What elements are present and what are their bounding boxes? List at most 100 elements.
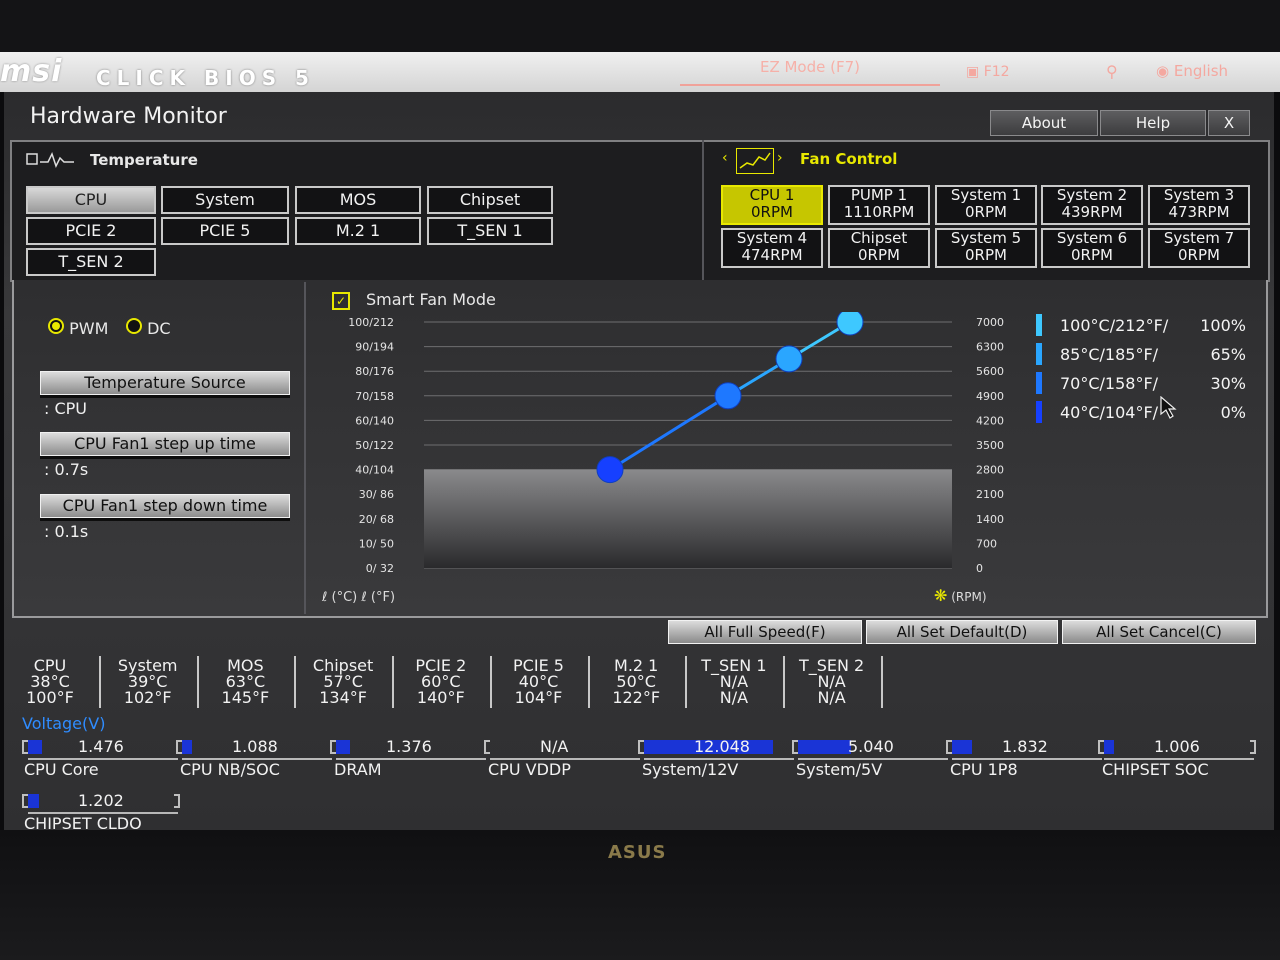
fan-name: System 6 [1056, 229, 1128, 247]
y-left-tick-label: 60/140 [355, 414, 394, 427]
fan-control-heading: Fan Control [800, 150, 898, 168]
temp-source-pcie2[interactable]: PCIE 2 [26, 217, 156, 245]
temp-source-system[interactable]: System [161, 186, 289, 214]
fan-name: PUMP 1 [850, 186, 908, 204]
y-right-tick-label: 4900 [976, 390, 1004, 403]
voltage-value: 1.006 [1154, 737, 1200, 756]
temp-source-cpu[interactable]: CPU [26, 186, 156, 214]
fan-curve-point[interactable] [775, 345, 803, 373]
panel-divider [702, 140, 704, 280]
dc-label: DC [147, 319, 171, 338]
screenshot-button[interactable]: ▣ F12 [966, 64, 1010, 80]
fan-chart-icon [736, 148, 774, 174]
settings-divider [304, 282, 306, 614]
voltage-readout: 1.006 CHIPSET SOC [1098, 736, 1258, 780]
smart-fan-checkbox[interactable]: ✓ [332, 292, 350, 310]
step-up-time-button[interactable]: CPU Fan1 step up time [40, 432, 290, 456]
temp-source-chipset[interactable]: Chipset [427, 186, 553, 214]
rpm-unit-label: ❋ (RPM) [934, 586, 987, 605]
close-button[interactable]: X [1208, 110, 1250, 136]
y-left-tick-label: 40/104 [355, 464, 394, 477]
ez-mode-button[interactable]: EZ Mode (F7) [680, 58, 940, 86]
search-icon[interactable]: ⚲ [1106, 62, 1118, 81]
temp-source-tsen1[interactable]: T_SEN 1 [427, 217, 553, 245]
fan-system4[interactable]: System 4 474RPM [721, 228, 823, 268]
fan-curve-point[interactable] [836, 308, 864, 336]
voltage-bar-fill [182, 740, 192, 754]
fan-system1[interactable]: System 1 0RPM [935, 185, 1037, 225]
voltage-value: 1.476 [78, 737, 124, 756]
fan-curve-point[interactable] [596, 456, 624, 484]
legend-swatch [1036, 343, 1042, 365]
all-full-speed-button[interactable]: All Full Speed(F) [668, 620, 862, 644]
voltage-label: System/12V [642, 760, 739, 779]
fan-chevron-left-icon[interactable]: ‹ [722, 150, 728, 166]
dc-radio[interactable] [126, 318, 142, 334]
voltage-label: CPU NB/SOC [180, 760, 280, 779]
dc-option[interactable]: DC [126, 318, 171, 338]
thermometer-icon: ℓ [322, 590, 328, 605]
fan-chevron-right-icon[interactable]: › [777, 150, 783, 166]
temp-source-m2-1[interactable]: M.2 1 [295, 217, 421, 245]
temperature-source-button[interactable]: Temperature Source [40, 371, 290, 395]
step-down-time-value: : 0.1s [44, 522, 89, 541]
step-up-time-value: : 0.7s [44, 460, 89, 479]
language-button[interactable]: ◉ English [1156, 62, 1228, 80]
legend-temperature: 70°C/158°F/ [1060, 374, 1159, 393]
mouse-cursor-icon [1160, 395, 1178, 420]
voltage-readouts: 1.476 CPU Core 1.088 CPU NB/SOC 1.376 DRAM N/A… [0, 732, 1280, 833]
temp-readout: PCIE 5 40°C 104°F [491, 658, 587, 706]
y-right-tick-label: 4200 [976, 414, 1004, 427]
product-name: CLICK BIOS 5 [96, 66, 315, 90]
voltage-bar-fill [798, 740, 852, 754]
y-right-tick-label: 2800 [976, 464, 1004, 477]
fan-system2[interactable]: System 2 439RPM [1041, 185, 1143, 225]
about-button[interactable]: About [990, 110, 1098, 136]
all-set-default-button[interactable]: All Set Default(D) [866, 620, 1058, 644]
voltage-value: N/A [540, 737, 569, 756]
celsius-unit: (°C) [331, 590, 358, 605]
pwm-radio[interactable] [48, 318, 64, 334]
fan-icon: ❋ [934, 586, 948, 605]
temperature-heading: Temperature [90, 151, 198, 169]
help-button[interactable]: Help [1100, 110, 1206, 136]
fan-pump1[interactable]: PUMP 1 1110RPM [828, 185, 930, 225]
voltage-readout: N/A CPU VDDP [484, 736, 644, 780]
fan-system6[interactable]: System 6 0RPM [1041, 228, 1143, 268]
fan-system7[interactable]: System 7 0RPM [1148, 228, 1250, 268]
language-label: English [1173, 62, 1229, 80]
pwm-option[interactable]: PWM [48, 318, 108, 338]
all-set-cancel-button[interactable]: All Set Cancel(C) [1062, 620, 1256, 644]
y-left-tick-label: 50/122 [355, 439, 394, 452]
voltage-label: CPU Core [24, 760, 99, 779]
y-right-tick-label: 3500 [976, 439, 1004, 452]
y-right-tick-label: 6300 [976, 341, 1004, 354]
voltage-value: 1.832 [1002, 737, 1048, 756]
temp-source-mos[interactable]: MOS [295, 186, 421, 214]
voltage-readout: 1.476 CPU Core [22, 736, 182, 780]
temp-readout: PCIE 2 60°C 140°F [393, 658, 489, 706]
temp-source-tsen2[interactable]: T_SEN 2 [26, 248, 156, 276]
legend-swatch [1036, 314, 1042, 336]
temp-source-pcie5[interactable]: PCIE 5 [161, 217, 289, 245]
fan-curve-svg[interactable]: 100/212 700090/194 630080/176 560070/158 490… [330, 308, 1030, 612]
pwm-label: PWM [69, 319, 109, 338]
fan-chipset[interactable]: Chipset 0RPM [828, 228, 930, 268]
fan-rpm: 439RPM [1061, 203, 1123, 221]
legend-swatch [1036, 401, 1042, 423]
fan-curve-point[interactable] [714, 382, 742, 410]
camera-icon: ▣ [966, 64, 980, 80]
fan-rpm: 0RPM [1178, 246, 1220, 264]
fan-system3[interactable]: System 3 473RPM [1148, 185, 1250, 225]
step-down-time-button[interactable]: CPU Fan1 step down time [40, 494, 290, 518]
fan-system5[interactable]: System 5 0RPM [935, 228, 1037, 268]
thermometer-icon: ℓ [361, 590, 367, 605]
voltage-readout: 1.376 DRAM [330, 736, 490, 780]
fan-rpm: 473RPM [1168, 203, 1230, 221]
fan-cpu1[interactable]: CPU 1 0RPM [721, 185, 823, 225]
temp-readout: T_SEN 2 N/A N/A [784, 658, 880, 706]
voltage-value: 1.202 [78, 791, 124, 810]
voltage-bar-fill [28, 740, 42, 754]
voltage-label: CHIPSET SOC [1102, 760, 1209, 779]
fan-name: Chipset [850, 229, 908, 247]
